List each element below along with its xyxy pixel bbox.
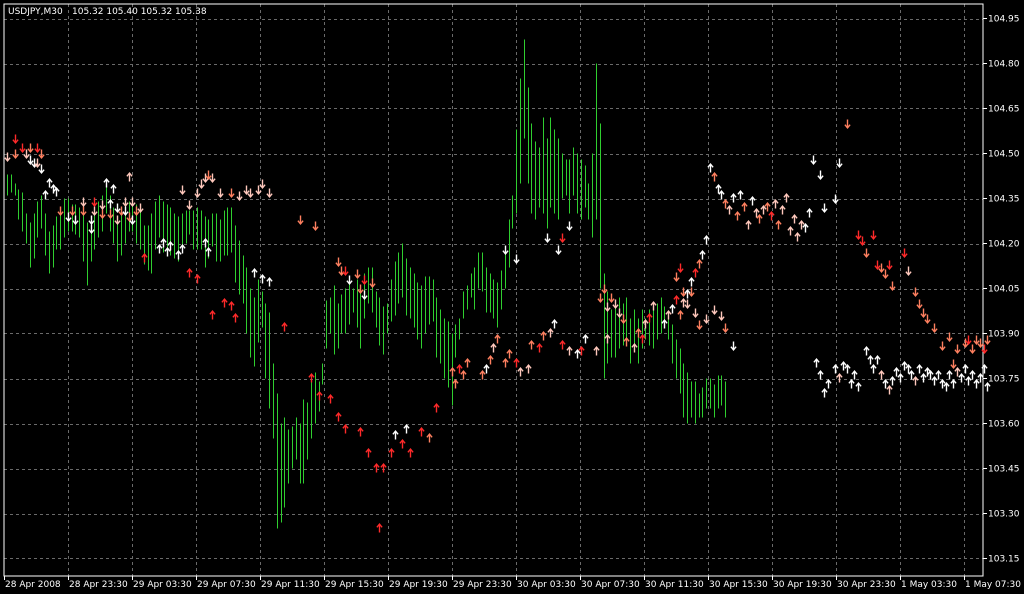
x-tick-label: 29 Apr 23:30 [453,580,512,590]
x-tick-label: 28 Apr 2008 [5,580,61,590]
x-tick-label: 30 Apr 15:30 [709,580,768,590]
x-tick-label: 1 May 03:30 [901,580,957,590]
y-tick-label: 104.20 [988,240,1020,250]
y-tick-label: 103.30 [988,510,1020,520]
y-tick-label: 103.15 [988,555,1020,565]
y-tick-label: 103.45 [988,465,1020,475]
symbol-header: USDJPY,M30 [8,7,63,17]
y-tick-label: 104.95 [988,15,1020,25]
x-tick-label: 30 Apr 23:30 [837,580,896,590]
x-tick-label: 29 Apr 11:30 [261,580,320,590]
y-tick-label: 104.80 [988,60,1020,70]
x-tick-label: 30 Apr 19:30 [773,580,832,590]
x-tick-label: 28 Apr 23:30 [69,580,128,590]
y-tick-label: 103.90 [988,330,1020,340]
x-tick-label: 29 Apr 07:30 [197,580,256,590]
y-tick-label: 104.65 [988,105,1020,115]
x-tick-label: 30 Apr 03:30 [517,580,576,590]
x-tick-label: 1 May 07:30 [965,580,1021,590]
y-tick-label: 104.05 [988,285,1020,295]
y-tick-label: 104.35 [988,195,1020,205]
x-tick-label: 29 Apr 19:30 [389,580,448,590]
x-tick-label: 29 Apr 03:30 [133,580,192,590]
x-tick-label: 30 Apr 07:30 [581,580,640,590]
y-tick-label: 103.60 [988,420,1020,430]
x-tick-label: 30 Apr 11:30 [645,580,704,590]
y-tick-label: 104.50 [988,150,1020,160]
x-tick-label: 29 Apr 15:30 [325,580,384,590]
ohlc-header: 105.32 105.40 105.32 105.38 [72,7,207,17]
price-chart[interactable]: 104.95 104.80 104.65 104.50 104.35 104.20 104.… [0,0,1024,594]
y-tick-label: 103.75 [988,375,1020,385]
